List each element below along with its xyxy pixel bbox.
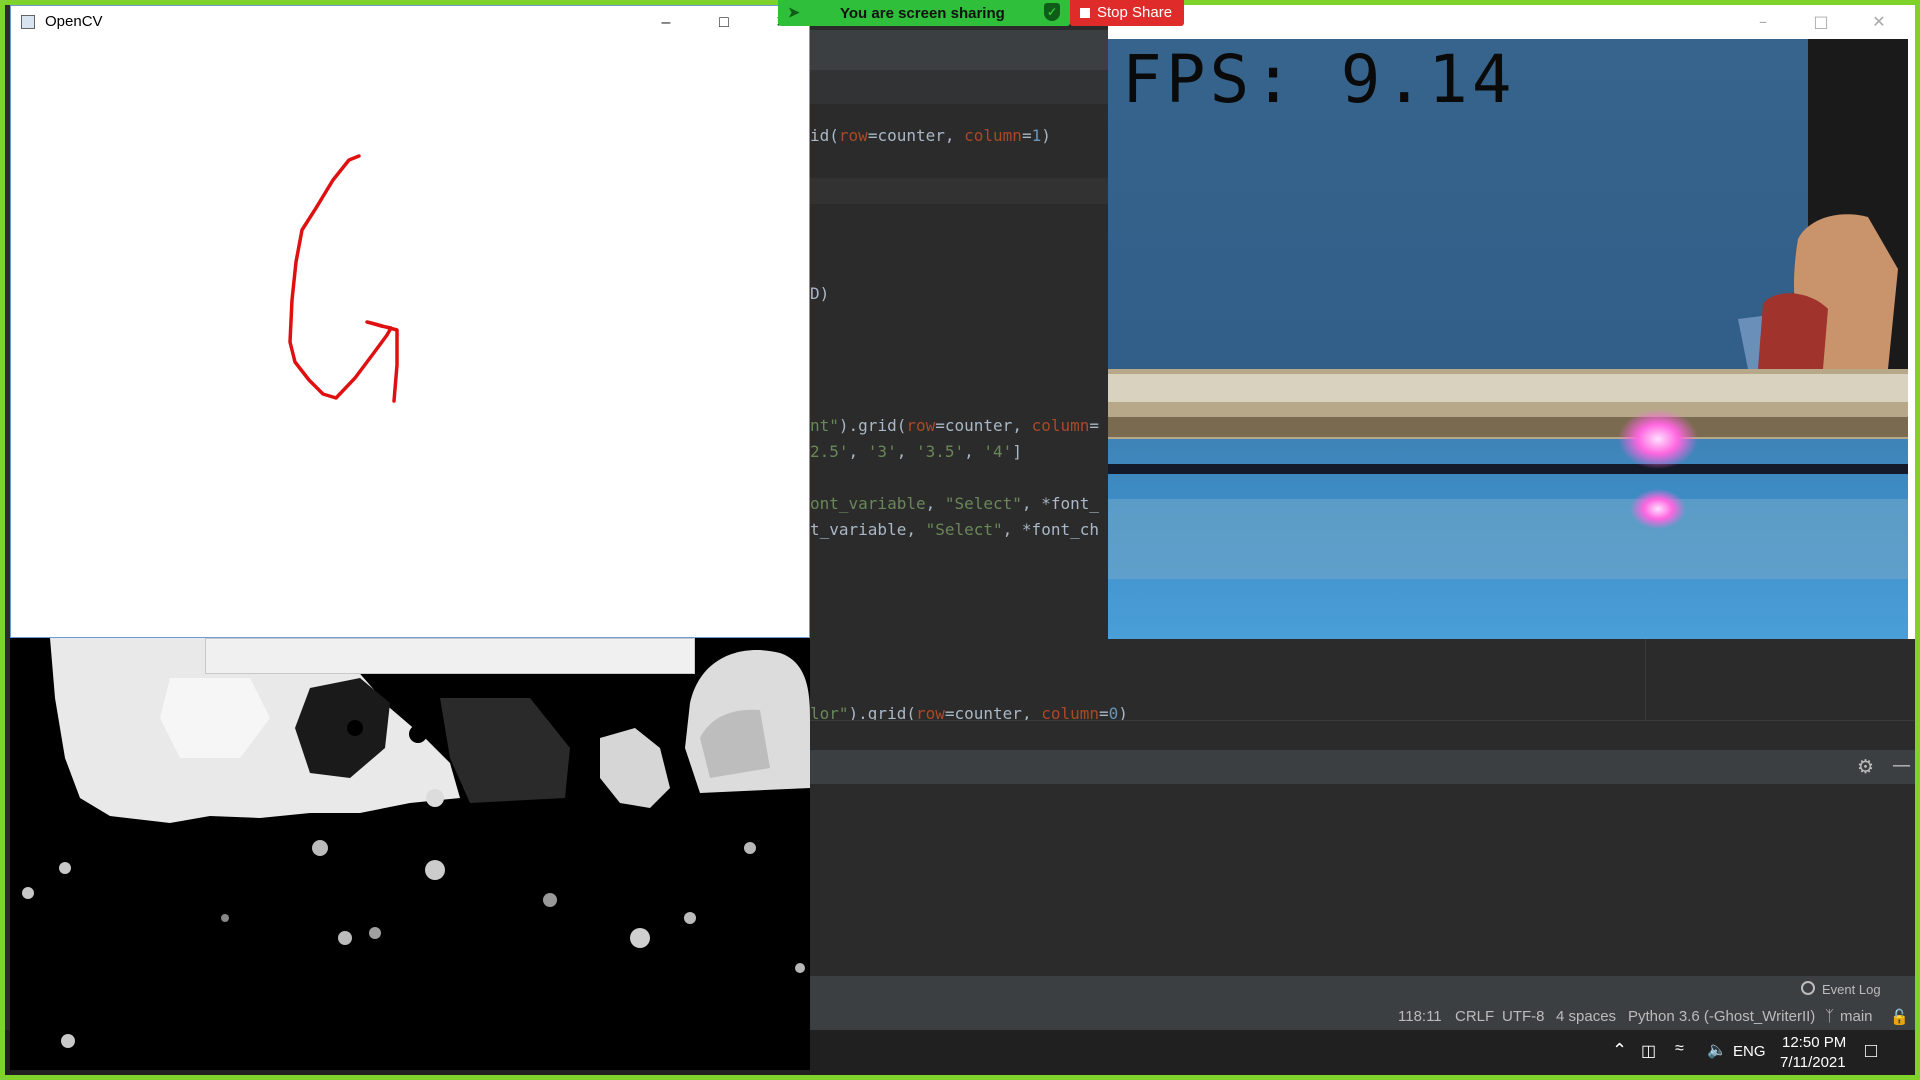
git-branch-icon: ᛉ xyxy=(1825,1008,1835,1025)
minimize-icon[interactable]: – xyxy=(1734,5,1792,39)
sharing-label: You are screen sharing xyxy=(840,5,1005,22)
git-branch[interactable]: main xyxy=(1840,1008,1873,1025)
opencv-window-icon xyxy=(21,15,35,29)
code-line: id(row=counter, column=1) xyxy=(810,126,1051,145)
python-interpreter[interactable]: Python 3.6 (-Ghost_WriterII) xyxy=(1628,1008,1815,1025)
webcam-feed: FPS: 9.14 xyxy=(1108,39,1908,639)
fps-counter: FPS: 9.14 xyxy=(1122,41,1516,118)
stop-share-button[interactable]: Stop Share xyxy=(1070,0,1184,26)
minimize-icon[interactable]: – xyxy=(637,6,695,40)
run-output-panel xyxy=(800,784,1915,976)
window-titlebar[interactable]: OpenCV – □ ✕ xyxy=(11,6,809,40)
code-line: nt").grid(row=counter, column= xyxy=(810,416,1100,435)
clock-time[interactable]: 12:50 PM xyxy=(1782,1034,1846,1051)
network-icon[interactable]: ◫ xyxy=(1641,1041,1656,1061)
depth-map-window xyxy=(10,638,810,1070)
code-line: t_variable, "Select", *font_ch xyxy=(810,520,1099,539)
stop-square-icon xyxy=(1080,8,1090,18)
cursor-position[interactable]: 118:11 xyxy=(1398,1008,1442,1025)
maximize-icon[interactable]: □ xyxy=(695,6,753,40)
code-line: ont_variable, "Select", *font_ xyxy=(810,494,1099,513)
drawn-stroke xyxy=(288,154,399,403)
action-center-icon[interactable]: □ xyxy=(1865,1040,1877,1063)
volume-icon[interactable]: 🔈 xyxy=(1707,1040,1727,1060)
code-line: 2.5', '3', '3.5', '4'] xyxy=(810,442,1022,461)
maximize-icon[interactable]: □ xyxy=(1792,5,1850,39)
chevron-up-icon[interactable]: ⌃ xyxy=(1612,1040,1627,1061)
screen-sharing-banner[interactable]: ➤ You are screen sharing ✓ xyxy=(778,0,1070,26)
minimize-panel-icon[interactable]: — xyxy=(1892,754,1911,776)
file-encoding[interactable]: UTF-8 xyxy=(1502,1008,1545,1025)
lock-icon[interactable]: 🔓 xyxy=(1890,1008,1909,1026)
depth-map-image xyxy=(10,638,810,1070)
opencv-canvas-window[interactable]: OpenCV – □ ✕ xyxy=(10,5,810,638)
stop-share-label: Stop Share xyxy=(1097,4,1173,21)
share-app-icon: ➤ xyxy=(788,4,800,20)
tool-window-bar: Event Log xyxy=(800,976,1915,1004)
event-log-icon[interactable] xyxy=(1801,981,1815,995)
line-ending[interactable]: CRLF xyxy=(1455,1008,1494,1025)
code-line: D) xyxy=(810,284,830,303)
window-titlebar[interactable]: – □ ✕ xyxy=(1108,5,1915,39)
overlay-strip xyxy=(205,638,695,674)
wifi-icon[interactable]: ≈ xyxy=(1675,1040,1684,1058)
language-indicator[interactable]: ENG xyxy=(1733,1043,1766,1060)
panel-separator xyxy=(800,720,1915,751)
run-panel-header: ⚙ — xyxy=(800,750,1915,784)
settings-gear-icon[interactable]: ⚙ xyxy=(1857,756,1874,778)
close-icon[interactable]: ✕ xyxy=(1850,5,1908,39)
indent-setting[interactable]: 4 spaces xyxy=(1556,1008,1616,1025)
shield-check-icon: ✓ xyxy=(1044,3,1060,21)
webcam-window[interactable]: – □ ✕ FPS: 9.14 xyxy=(1108,5,1915,639)
event-log-button[interactable]: Event Log xyxy=(1822,982,1881,997)
window-title: OpenCV xyxy=(45,13,103,30)
clock-date[interactable]: 7/11/2021 xyxy=(1780,1054,1846,1071)
status-bar: 118:11 CRLF UTF-8 4 spaces Python 3.6 (-… xyxy=(800,1004,1915,1030)
webcam-image xyxy=(1108,39,1908,639)
drawing-canvas[interactable] xyxy=(11,40,809,637)
